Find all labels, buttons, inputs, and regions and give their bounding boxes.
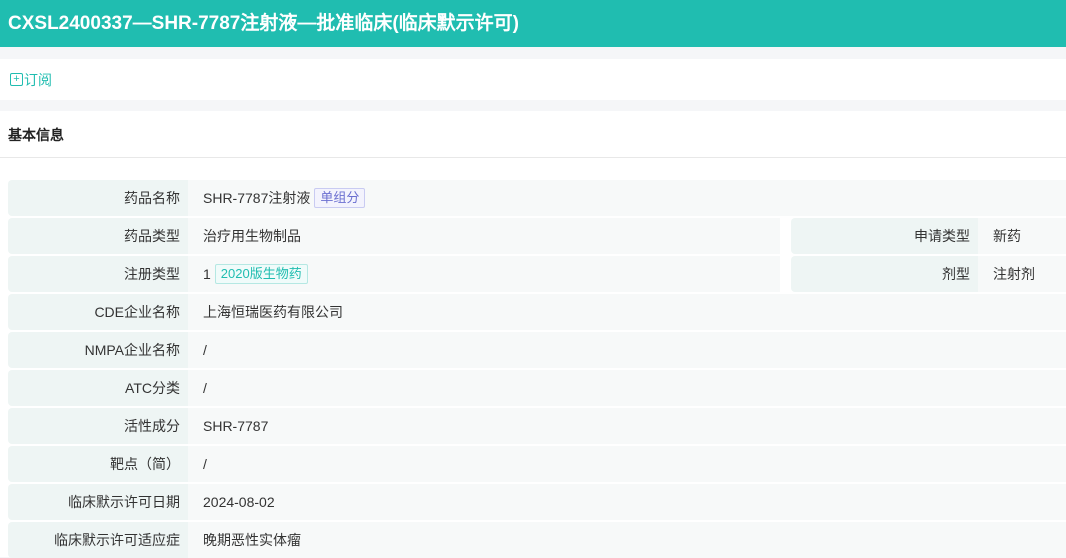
field-value: 新药: [978, 218, 1066, 254]
info-row: CDE企业名称 上海恒瑞医药有限公司: [8, 294, 1066, 330]
field-value-text: 治疗用生物制品: [203, 228, 301, 244]
field-label: 申请类型: [791, 218, 978, 254]
page-title: CXSL2400337—SHR-7787注射液—批准临床(临床默示许可): [0, 0, 1066, 47]
field-label: 药品名称: [8, 180, 188, 216]
info-row: 药品类型 治疗用生物制品: [8, 218, 780, 254]
field-value: 1 2020版生物药: [188, 256, 780, 292]
field-label: 临床默示许可适应症: [8, 522, 188, 558]
field-value-text: /: [203, 380, 207, 396]
field-label: 剂型: [791, 256, 978, 292]
field-value: 上海恒瑞医药有限公司: [188, 294, 1066, 330]
field-value: 注射剂: [978, 256, 1066, 292]
divider: [0, 157, 1066, 158]
field-value-text: 1: [203, 266, 211, 282]
field-value: 治疗用生物制品: [188, 218, 780, 254]
field-label: 临床默示许可日期: [8, 484, 188, 520]
subscribe-button[interactable]: + 订阅: [0, 59, 1066, 100]
field-label: NMPA企业名称: [8, 332, 188, 368]
field-value: SHR-7787: [188, 408, 1066, 444]
subscribe-label: 订阅: [24, 71, 52, 88]
field-label: 靶点（简）: [8, 446, 188, 482]
field-label: 注册类型: [8, 256, 188, 292]
tag-badge: 单组分: [314, 188, 366, 208]
info-row: 临床默示许可适应症 晚期恶性实体瘤: [8, 522, 1066, 558]
field-label: 活性成分: [8, 408, 188, 444]
info-row: 药品名称 SHR-7787注射液 单组分: [8, 180, 1066, 216]
info-row: 临床默示许可日期 2024-08-02: [8, 484, 1066, 520]
info-row-right: 剂型 注射剂: [791, 256, 1066, 292]
field-value: 晚期恶性实体瘤: [188, 522, 1066, 558]
field-label: 药品类型: [8, 218, 188, 254]
field-value-text: SHR-7787: [203, 418, 269, 434]
field-label: CDE企业名称: [8, 294, 188, 330]
field-value: SHR-7787注射液 单组分: [188, 180, 1066, 216]
info-row: NMPA企业名称 /: [8, 332, 1066, 368]
section-title: 基本信息: [8, 127, 64, 143]
info-row: ATC分类 /: [8, 370, 1066, 406]
field-value-text: SHR-7787注射液: [203, 190, 311, 206]
field-value: /: [188, 446, 1066, 482]
field-value: 2024-08-02: [188, 484, 1066, 520]
field-value: /: [188, 332, 1066, 368]
info-row: 注册类型 1 2020版生物药: [8, 256, 780, 292]
info-row: 靶点（简） /: [8, 446, 1066, 482]
field-value-text: 上海恒瑞医药有限公司: [203, 304, 343, 320]
info-row: 活性成分 SHR-7787: [8, 408, 1066, 444]
field-value-text: /: [203, 342, 207, 358]
field-value-text: /: [203, 456, 207, 472]
field-value-text: 晚期恶性实体瘤: [203, 532, 301, 548]
field-label: ATC分类: [8, 370, 188, 406]
field-value: /: [188, 370, 1066, 406]
field-value-text: 2024-08-02: [203, 494, 275, 510]
info-row-right: 申请类型 新药: [791, 218, 1066, 254]
tag-badge: 2020版生物药: [214, 264, 308, 284]
plus-square-icon: +: [10, 73, 23, 86]
